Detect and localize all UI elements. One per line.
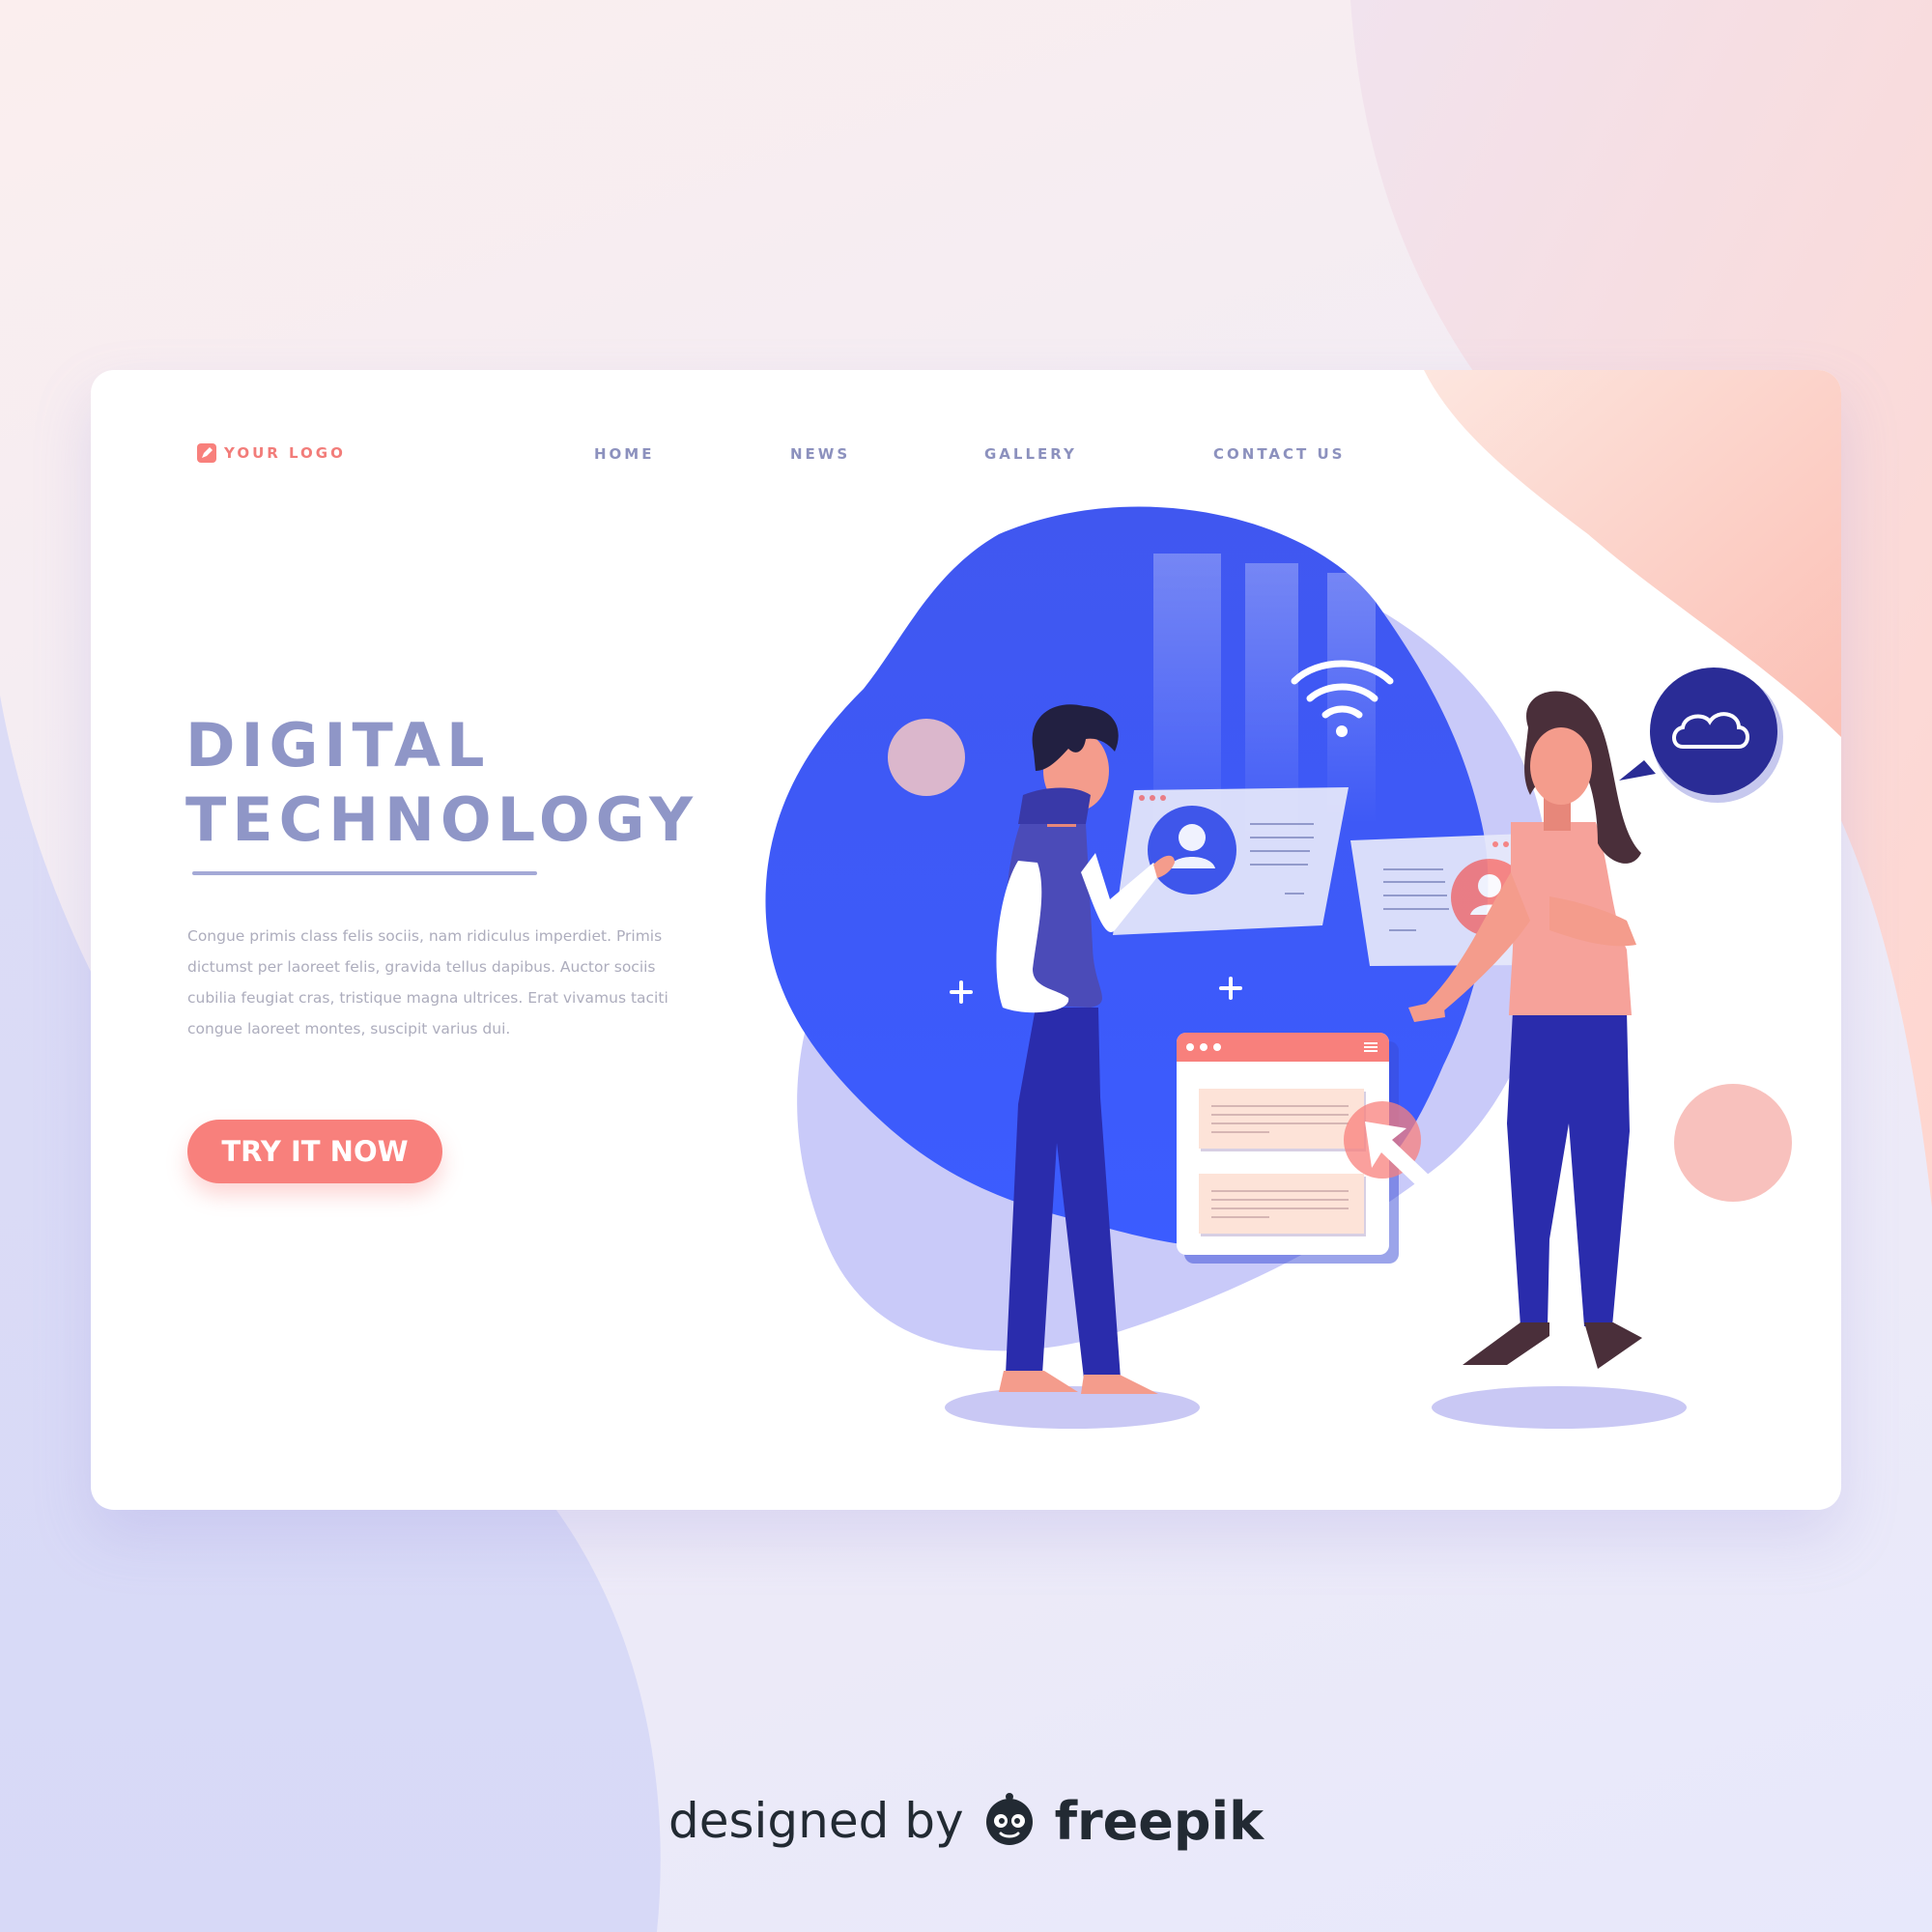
peach-bubble xyxy=(888,719,965,796)
footer-credit: designed by freepik xyxy=(0,1789,1932,1853)
user-avatar-icon xyxy=(1148,806,1236,895)
hero-illustration xyxy=(765,506,1792,1429)
freepik-logo-icon xyxy=(985,1793,1033,1845)
peach-bubble xyxy=(1674,1084,1792,1202)
ground-shadow xyxy=(945,1386,1200,1429)
floating-screen-left xyxy=(1113,787,1349,935)
credit-prefix: designed by xyxy=(668,1793,964,1849)
landing-page-card: YOUR LOGO HOME NEWS GALLERY CONTACT US D… xyxy=(91,370,1841,1510)
cloud-icon xyxy=(1619,668,1783,803)
credit-brand: freepik xyxy=(1054,1790,1264,1852)
light-beam xyxy=(1327,573,1376,824)
ground-shadow xyxy=(1432,1386,1687,1429)
